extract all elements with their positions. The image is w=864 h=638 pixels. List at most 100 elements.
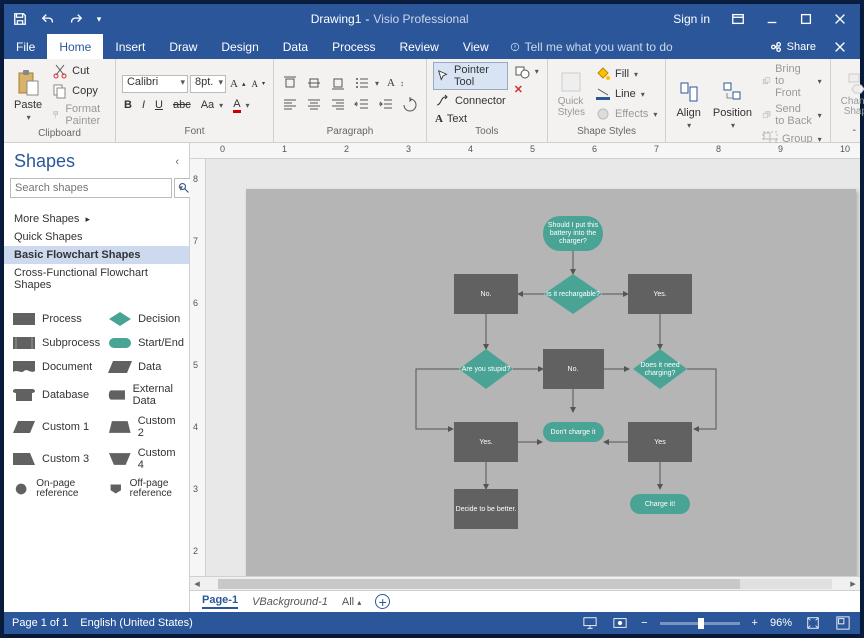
bring-front-button[interactable]: Bring to Front▾ xyxy=(760,62,824,100)
svg-text:Charge it![interactable]: Charge it! xyxy=(645,501,675,508)
align-button[interactable]: Align▾ xyxy=(672,62,704,148)
tab-view[interactable]: View xyxy=(451,34,501,59)
scroll-right-icon[interactable]: ▸ xyxy=(846,577,860,590)
align-top-button[interactable] xyxy=(280,74,300,92)
svg-text:No.[interactable]: No. xyxy=(568,366,579,373)
macro-record-icon[interactable] xyxy=(611,614,629,632)
case-button[interactable]: Aa▾ xyxy=(199,98,225,112)
save-icon[interactable] xyxy=(8,7,32,31)
format-painter-button[interactable]: Format Painter xyxy=(50,102,109,128)
italic-button[interactable]: I xyxy=(140,98,147,112)
scroll-left-icon[interactable]: ◂ xyxy=(190,577,204,590)
tab-draw[interactable]: Draw xyxy=(157,34,209,59)
effects-button[interactable]: Effects▾ xyxy=(593,105,659,123)
ribbon-options-icon[interactable] xyxy=(722,7,754,31)
drawing-page[interactable]: Should I put thisbattery into thecharger… xyxy=(246,189,856,576)
zoom-slider[interactable] xyxy=(660,622,740,625)
shape-custom4[interactable]: Custom 4 xyxy=(106,444,186,474)
zoom-in-button[interactable]: + xyxy=(752,617,758,629)
scrollbar-horizontal[interactable]: ◂ ▸ xyxy=(190,576,860,590)
fit-window-icon[interactable] xyxy=(804,614,822,632)
rotate-button[interactable] xyxy=(400,96,420,114)
basic-flowchart-cat[interactable]: Basic Flowchart Shapes xyxy=(4,246,189,264)
shape-data[interactable]: Data xyxy=(106,356,186,378)
shape-custom3[interactable]: Custom 3 xyxy=(10,444,102,474)
bold-button[interactable]: B xyxy=(122,98,134,112)
signin-link[interactable]: Sign in xyxy=(673,12,710,26)
tell-me-search[interactable]: Tell me what you want to do xyxy=(501,34,763,59)
shape-custom1[interactable]: Custom 1 xyxy=(10,412,102,442)
tab-data[interactable]: Data xyxy=(271,34,320,59)
shape-document[interactable]: Document xyxy=(10,356,102,378)
qat-dropdown-icon[interactable]: ▾ xyxy=(92,7,106,31)
text-tool-button[interactable]: AText xyxy=(433,112,508,126)
add-page-button[interactable]: + xyxy=(375,594,390,609)
svg-text:Don't charge it[interactable]: Don't charge it xyxy=(551,429,596,436)
connector-button[interactable]: Connector xyxy=(433,92,508,110)
quick-styles-button[interactable]: Quick Styles xyxy=(554,62,589,126)
tab-review[interactable]: Review xyxy=(387,34,450,59)
shape-startend[interactable]: Start/End xyxy=(106,332,186,354)
pan-zoom-icon[interactable] xyxy=(834,614,852,632)
tab-insert[interactable]: Insert xyxy=(103,34,157,59)
collapse-ribbon-icon[interactable]: ˆ xyxy=(853,129,856,140)
font-name-select[interactable]: Calibri xyxy=(122,75,188,93)
shape-subprocess[interactable]: Subprocess xyxy=(10,332,102,354)
underline-button[interactable]: U xyxy=(153,98,165,112)
cut-button[interactable]: Cut xyxy=(50,62,109,80)
svg-text:Yes[interactable]: Yes xyxy=(654,439,666,446)
align-left-button[interactable] xyxy=(280,96,300,114)
bullets-button[interactable]: ▾ xyxy=(352,74,381,92)
tab-process[interactable]: Process xyxy=(320,34,387,59)
svg-text:Decide to be better.[interactable]: Decide to be better. xyxy=(456,506,517,513)
shapes-flyout-button[interactable]: ▾ xyxy=(512,62,541,80)
minimize-icon[interactable] xyxy=(756,7,788,31)
shape-database[interactable]: Database xyxy=(10,380,102,410)
scrollbar-thumb[interactable] xyxy=(218,579,740,589)
shrink-font-button[interactable]: A▾ xyxy=(249,78,267,90)
align-middle-button[interactable] xyxy=(304,74,324,92)
page-indicator[interactable]: Page 1 of 1 xyxy=(12,617,68,629)
zoom-out-button[interactable]: − xyxy=(641,617,647,629)
close-doc-icon[interactable] xyxy=(828,35,852,59)
dec-indent-button[interactable] xyxy=(352,96,372,114)
svg-text:Yes.[interactable]: Yes. xyxy=(479,439,492,446)
fill-button[interactable]: Fill▾ xyxy=(593,65,659,83)
grow-font-button[interactable]: A▴ xyxy=(228,77,247,91)
align-right-button[interactable] xyxy=(328,96,348,114)
drawing-canvas[interactable]: Should I put thisbattery into thecharger… xyxy=(206,159,860,576)
svg-text:Are you stupid?[interactable]: Are you stupid? xyxy=(462,366,511,373)
tab-home[interactable]: Home xyxy=(47,34,103,59)
strike-button[interactable]: abc xyxy=(171,98,193,112)
inc-indent-button[interactable] xyxy=(376,96,396,114)
align-center-button[interactable] xyxy=(304,96,324,114)
quick-shapes-cat[interactable]: Quick Shapes xyxy=(4,228,189,246)
svg-text:Is it rechargable?[interactable]: Is it rechargable? xyxy=(546,291,600,298)
page-tab-bg[interactable]: VBackground-1 xyxy=(252,596,328,608)
maximize-icon[interactable] xyxy=(790,7,822,31)
shape-process[interactable]: Process xyxy=(10,308,102,330)
search-shapes-input[interactable] xyxy=(10,178,172,198)
font-color-button[interactable]: A▾ xyxy=(231,97,251,114)
tab-design[interactable]: Design xyxy=(209,34,270,59)
zoom-level[interactable]: 96% xyxy=(770,617,792,629)
shape-custom2[interactable]: Custom 2 xyxy=(106,412,186,442)
close-tool-icon[interactable]: ✕ xyxy=(512,82,541,97)
redo-icon[interactable] xyxy=(64,7,88,31)
shape-external[interactable]: External Data xyxy=(106,380,186,410)
language-indicator[interactable]: English (United States) xyxy=(80,617,193,629)
copy-button[interactable]: Copy xyxy=(50,82,109,100)
tab-file[interactable]: File xyxy=(4,34,47,59)
send-back-button[interactable]: Send to Back▾ xyxy=(760,102,824,128)
svg-text:Yes.[interactable]: Yes. xyxy=(653,291,666,298)
paste-button[interactable]: Paste▾ xyxy=(10,62,46,128)
font-size-select[interactable]: 8pt. xyxy=(190,75,226,93)
pointer-tool-button[interactable]: Pointer Tool xyxy=(433,62,508,90)
shape-offpage[interactable]: Off-page reference xyxy=(106,476,186,502)
shape-onpage[interactable]: On-page reference xyxy=(10,476,102,502)
undo-icon[interactable] xyxy=(36,7,60,31)
close-icon[interactable] xyxy=(824,7,856,31)
page-tab-all[interactable]: All ▴ xyxy=(342,596,361,608)
position-button[interactable]: Position▾ xyxy=(709,62,756,148)
line-button[interactable]: Line▾ xyxy=(593,85,659,103)
